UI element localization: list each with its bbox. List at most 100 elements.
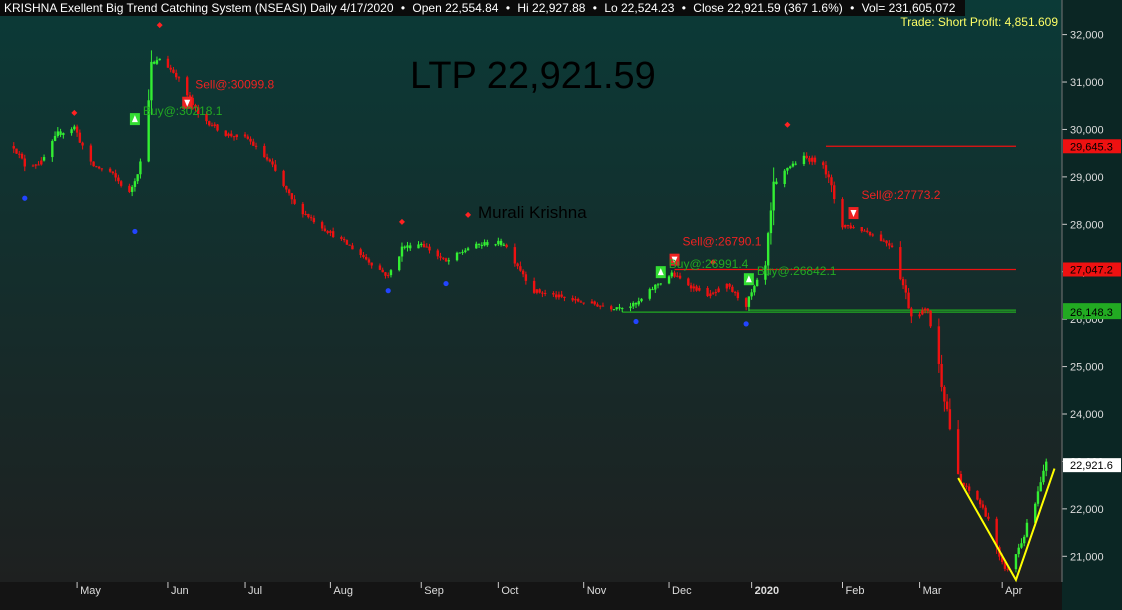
candle-body (246, 136, 249, 139)
x-tick-label: Aug (333, 585, 353, 597)
candle-body (791, 163, 795, 167)
candle-body (1006, 568, 1009, 570)
candle-body (863, 230, 866, 232)
candle-body (868, 231, 872, 236)
candle-body (543, 293, 547, 295)
header-sep: • (506, 1, 510, 15)
candle-body (177, 77, 181, 79)
candle-body (747, 296, 751, 307)
candle-body (667, 276, 671, 284)
candle-body (783, 170, 786, 185)
candle-body (387, 275, 390, 277)
candle-body (596, 304, 599, 307)
swing-low-marker (633, 318, 639, 325)
candle-body (698, 287, 701, 291)
candle-body (442, 257, 445, 259)
trade-summary: Trade: Short Profit: 4,851.609 (900, 15, 1058, 29)
header-hi: Hi 22,927.88 (517, 1, 585, 15)
candle-body (249, 138, 252, 142)
candle-body (571, 297, 574, 301)
candle-body (945, 401, 949, 410)
candle-body (345, 240, 349, 245)
candle-body (888, 243, 891, 246)
candle-body (824, 165, 828, 175)
candle-body (731, 286, 734, 292)
candle-body (967, 486, 971, 491)
candle-body (615, 307, 618, 310)
candle-body (18, 153, 21, 155)
candle-body (464, 250, 467, 252)
candle-body (532, 280, 536, 293)
candle-body (359, 249, 362, 256)
candle-body (136, 174, 139, 182)
date-axis-panel (0, 582, 1062, 610)
candle-body (119, 181, 123, 186)
candle-body (56, 131, 60, 136)
candle-body (978, 499, 982, 505)
candle-body (634, 302, 638, 305)
candle-body (227, 133, 230, 136)
candle-body (70, 129, 73, 134)
candle-body (497, 240, 500, 245)
candle-body (340, 237, 343, 239)
candle-body (73, 126, 76, 130)
candle-body (833, 185, 836, 200)
candle-body (717, 288, 720, 293)
candle-body (117, 177, 120, 182)
price-chart: 21,00022,00023,00024,00025,00026,00027,0… (0, 0, 1122, 610)
buy-signal-label: Buy@:26991.4 (669, 257, 749, 271)
candle-body (582, 302, 585, 304)
candle-body (108, 168, 112, 172)
candle-body (186, 77, 189, 96)
candle-body (367, 259, 371, 263)
candle-body (695, 286, 698, 291)
candle-body (417, 244, 420, 249)
candle-body (378, 265, 382, 270)
price-tag-label: 26,148.3 (1070, 307, 1113, 319)
candle-body (483, 242, 486, 246)
candle-body (879, 234, 883, 241)
candle-body (841, 199, 844, 228)
candle-body (285, 185, 288, 190)
candle-body (37, 164, 40, 166)
candle-body (725, 283, 729, 289)
candle-body (458, 252, 461, 254)
candle-body (910, 308, 913, 317)
candle-body (786, 167, 789, 171)
x-tick-label: Apr (1005, 585, 1022, 597)
candle-body (563, 296, 566, 298)
candle-body (95, 166, 98, 168)
candle-body (384, 272, 387, 276)
candle-body (899, 247, 902, 280)
candle-body (590, 301, 594, 304)
candle-body (486, 242, 489, 246)
candle-body (274, 164, 277, 171)
candle-body (268, 159, 272, 162)
candle-body (802, 155, 806, 165)
header-close: Close 22,921.59 (367 1.6%) (693, 1, 842, 15)
candle-body (12, 146, 15, 149)
candle-body (169, 67, 172, 70)
candle-body (574, 298, 577, 301)
candle-body (409, 245, 412, 249)
y-tick-label: 25,000 (1070, 362, 1104, 374)
candle-body (659, 283, 662, 285)
candle-body (552, 293, 555, 295)
candle-body (648, 289, 651, 299)
candle-body (560, 294, 563, 297)
candle-body (519, 266, 522, 271)
candle-body (263, 145, 266, 158)
candle-body (629, 306, 632, 309)
candle-body (692, 286, 696, 289)
candle-body (918, 314, 921, 317)
candle-body (907, 292, 910, 309)
candle-body (654, 284, 657, 290)
candle-body (524, 274, 528, 281)
candle-body (307, 213, 310, 218)
candle-body (477, 243, 481, 245)
candle-body (475, 243, 478, 249)
candle-body (794, 163, 797, 165)
header-sep: • (401, 1, 405, 15)
x-tick-label: May (80, 585, 101, 597)
candle-body (15, 148, 18, 154)
